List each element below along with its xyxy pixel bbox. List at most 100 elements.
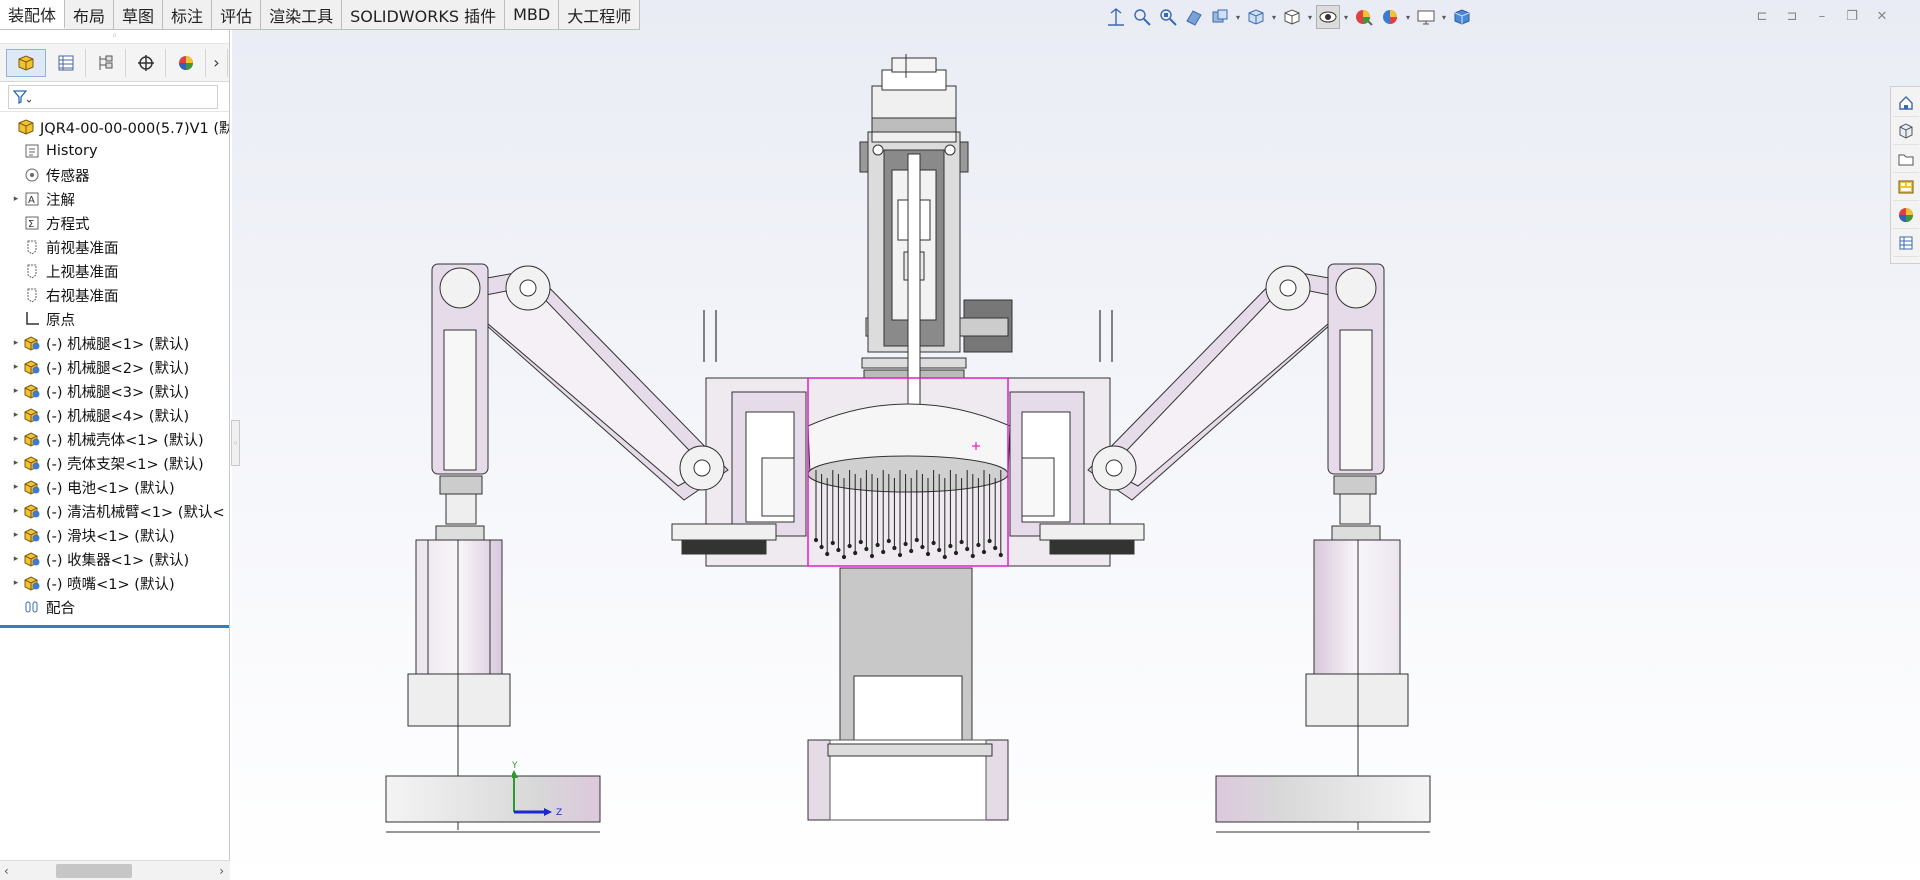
tab-9[interactable]: 大工程师 — [559, 0, 641, 29]
view-orientation-icon[interactable] — [1244, 5, 1268, 29]
property-manager-tab[interactable] — [46, 48, 86, 77]
configuration-manager-tab[interactable] — [86, 48, 126, 77]
expand-arrow-icon[interactable]: ▸ — [10, 506, 22, 516]
tree-item[interactable]: ▸ (-) 机械腿<3> (默认) — [0, 379, 229, 403]
tree-item[interactable]: 原点 — [0, 307, 229, 331]
tree-item[interactable]: Σ 方程式 — [0, 211, 229, 235]
panel-collapse-handle[interactable]: ◦ — [231, 420, 240, 466]
filter-icon — [13, 89, 31, 104]
design-library-icon[interactable] — [1892, 117, 1919, 145]
view-palette-icon[interactable] — [1892, 173, 1919, 201]
tree-item[interactable]: History — [0, 139, 229, 163]
panel-tab-bar: › — [0, 44, 229, 82]
plane-icon — [22, 286, 42, 304]
file-explorer-icon[interactable] — [1892, 145, 1919, 173]
tile-right-icon[interactable]: ⊐ — [1782, 6, 1802, 26]
display-manager-tab[interactable] — [166, 48, 206, 77]
tile-left-icon[interactable]: ⊏ — [1752, 6, 1772, 26]
dropdown-arrow-icon[interactable]: ▾ — [1270, 13, 1278, 22]
tab-5[interactable]: 评估 — [212, 0, 262, 29]
restore-icon[interactable]: ❐ — [1842, 6, 1862, 26]
tree-item[interactable]: 右视基准面 — [0, 283, 229, 307]
tree-item[interactable]: 配合 — [0, 595, 229, 619]
panel-grip[interactable]: ◦ — [0, 30, 229, 44]
tree-item-label: 配合 — [46, 600, 75, 617]
rollback-bar[interactable] — [0, 625, 229, 628]
more-tabs-arrow[interactable]: › — [206, 48, 228, 77]
minimize-icon[interactable]: – — [1812, 6, 1832, 26]
expand-arrow-icon[interactable]: ▸ — [10, 194, 22, 204]
expand-arrow-icon[interactable]: ▸ — [10, 410, 22, 420]
subassembly-icon — [22, 550, 42, 568]
tree-item[interactable]: ▸ (-) 壳体支架<1> (默认) — [0, 451, 229, 475]
tree-item[interactable]: ▸ (-) 滑块<1> (默认) — [0, 523, 229, 547]
tree-item-label: (-) 机械壳体<1> (默认) — [46, 432, 204, 449]
dropdown-arrow-icon[interactable]: ▾ — [1306, 13, 1314, 22]
tree-item[interactable]: ▸ (-) 清洁机械臂<1> (默认< — [0, 499, 229, 523]
tab-1[interactable]: 装配体 — [0, 0, 66, 29]
tab-3[interactable]: 草图 — [114, 0, 164, 29]
expand-arrow-icon[interactable]: ▸ — [10, 458, 22, 468]
expand-arrow-icon[interactable]: ▸ — [10, 578, 22, 588]
feature-manager-icon — [18, 54, 34, 71]
tree-item[interactable]: ▸ (-) 电池<1> (默认) — [0, 475, 229, 499]
apply-scene-icon[interactable] — [1378, 5, 1402, 29]
tree-item[interactable]: ▸ (-) 机械腿<4> (默认) — [0, 403, 229, 427]
dropdown-arrow-icon[interactable]: ▾ — [1234, 13, 1242, 22]
robot-assembly-model[interactable] — [232, 0, 1920, 880]
dynamic-annotation-icon[interactable] — [1208, 5, 1232, 29]
zoom-to-fit-icon[interactable] — [1104, 5, 1128, 29]
3d-view-icon[interactable] — [1450, 5, 1474, 29]
section-view-icon[interactable] — [1182, 5, 1206, 29]
tree-item[interactable]: 前视基准面 — [0, 235, 229, 259]
tree-item[interactable]: 上视基准面 — [0, 259, 229, 283]
tab-6[interactable]: 渲染工具 — [261, 0, 343, 29]
tree-item[interactable]: 传感器 — [0, 163, 229, 187]
dimxpert-manager-tab[interactable] — [126, 48, 166, 77]
tree-item[interactable]: ▸ A 注解 — [0, 187, 229, 211]
view-settings-icon[interactable] — [1414, 5, 1438, 29]
custom-properties-icon[interactable] — [1892, 229, 1919, 257]
expand-arrow-icon[interactable]: ▸ — [10, 482, 22, 492]
scroll-left-arrow[interactable]: ‹ — [4, 864, 9, 878]
horizontal-scrollbar[interactable]: ‹ › — [0, 860, 230, 880]
equation-icon: Σ — [22, 214, 42, 232]
tree-item[interactable]: ▸ (-) 机械壳体<1> (默认) — [0, 427, 229, 451]
dropdown-arrow-icon[interactable]: ▾ — [1404, 13, 1412, 22]
display-manager-icon — [178, 55, 193, 70]
expand-arrow-icon[interactable]: ▸ — [10, 530, 22, 540]
tree-item[interactable]: ▸ (-) 收集器<1> (默认) — [0, 547, 229, 571]
tree-item[interactable]: JQR4-00-00-000(5.7)V1 (默认 — [0, 115, 229, 139]
edit-appearance-icon[interactable] — [1352, 5, 1376, 29]
subassembly-icon — [22, 574, 42, 592]
tree-item-label: 右视基准面 — [46, 288, 119, 305]
expand-arrow-icon[interactable]: ▸ — [10, 434, 22, 444]
tab-2[interactable]: 布局 — [65, 0, 115, 29]
dropdown-arrow-icon[interactable]: ▾ — [1440, 13, 1448, 22]
tab-4[interactable]: 标注 — [163, 0, 213, 29]
appearances-icon[interactable] — [1892, 201, 1919, 229]
expand-arrow-icon[interactable]: ▸ — [10, 554, 22, 564]
tree-item[interactable]: ▸ (-) 喷嘴<1> (默认) — [0, 571, 229, 595]
scroll-right-arrow[interactable]: › — [219, 864, 224, 878]
feature-manager-tab[interactable] — [6, 48, 46, 77]
dropdown-arrow-icon[interactable]: ▾ — [1342, 13, 1350, 22]
display-style-icon[interactable] — [1280, 5, 1304, 29]
tree-item-label: (-) 喷嘴<1> (默认) — [46, 576, 175, 593]
previous-view-icon[interactable] — [1156, 5, 1180, 29]
expand-arrow-icon[interactable]: ▸ — [10, 386, 22, 396]
filter-field[interactable] — [8, 84, 218, 109]
plane-icon — [22, 262, 42, 280]
tab-8[interactable]: MBD — [505, 0, 560, 29]
tab-7[interactable]: SOLIDWORKS 插件 — [342, 0, 506, 29]
home-icon[interactable] — [1892, 89, 1919, 117]
graphics-area[interactable]: ▾ ▾ ▾ ▾ ▾ ▾ ⊏ ⊐ – ❐ ✕ Y Z — [232, 0, 1920, 880]
tree-item[interactable]: ▸ (-) 机械腿<1> (默认) — [0, 331, 229, 355]
close-icon[interactable]: ✕ — [1872, 6, 1892, 26]
expand-arrow-icon[interactable]: ▸ — [10, 362, 22, 372]
scroll-thumb[interactable] — [56, 863, 132, 878]
expand-arrow-icon[interactable]: ▸ — [10, 338, 22, 348]
zoom-area-icon[interactable] — [1130, 5, 1154, 29]
hide-show-items-icon[interactable] — [1316, 5, 1340, 29]
tree-item[interactable]: ▸ (-) 机械腿<2> (默认) — [0, 355, 229, 379]
